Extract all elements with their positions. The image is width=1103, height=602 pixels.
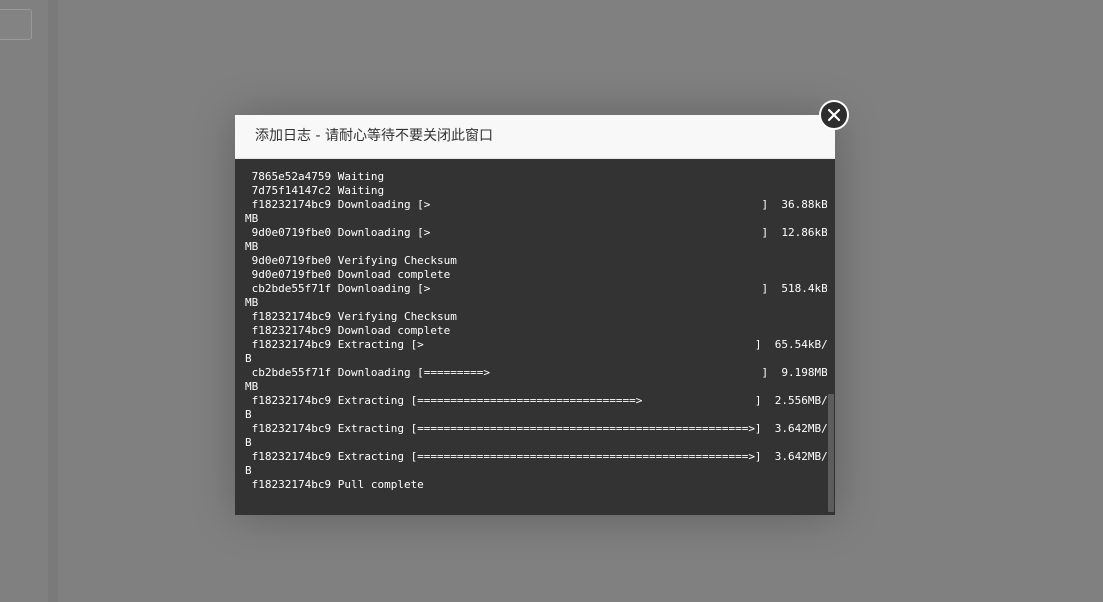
close-icon: [827, 108, 841, 122]
log-line: MB: [245, 212, 259, 225]
log-line: MB: [245, 380, 259, 393]
log-line: 7865e52a4759 Waiting: [245, 170, 385, 183]
dialog-title: 添加日志 - 请耐心等待不要关闭此窗口: [255, 128, 493, 144]
log-line: f18232174bc9 Downloading [> ] 36.88kB/3.…: [245, 198, 835, 211]
log-line: B: [245, 408, 252, 421]
log-dialog: 添加日志 - 请耐心等待不要关闭此窗口 7865e52a4759 Waiting…: [235, 100, 849, 515]
log-line: B: [245, 464, 252, 477]
log-line: f18232174bc9 Download complete: [245, 324, 451, 337]
log-line: 7d75f14147c2 Waiting: [245, 184, 385, 197]
log-line: f18232174bc9 Verifying Checksum: [245, 310, 457, 323]
log-line: 9d0e0719fbe0 Download complete: [245, 268, 451, 281]
close-button[interactable]: [819, 100, 849, 130]
background-sidebar-edge: [48, 0, 58, 602]
log-line: 9d0e0719fbe0 Downloading [> ] 12.86kB/1.…: [245, 226, 835, 239]
log-line: f18232174bc9 Extracting [===============…: [245, 394, 835, 407]
log-scrollbar-thumb[interactable]: [828, 394, 834, 512]
log-line: f18232174bc9 Extracting [===============…: [245, 422, 835, 435]
log-line: cb2bde55f71f Downloading [> ] 518.4kB/50…: [245, 282, 835, 295]
log-line: f18232174bc9 Extracting [> ] 65.54kB/3.6…: [245, 338, 835, 351]
log-line: cb2bde55f71f Downloading [=========> ] 9…: [245, 366, 835, 379]
log-line: f18232174bc9 Pull complete: [245, 478, 424, 491]
log-line: B: [245, 436, 252, 449]
log-line: MB: [245, 240, 259, 253]
log-line: MB: [245, 296, 259, 309]
log-output[interactable]: 7865e52a4759 Waiting 7d75f14147c2 Waitin…: [235, 159, 835, 515]
log-line: 9d0e0719fbe0 Verifying Checksum: [245, 254, 457, 267]
dialog-header: 添加日志 - 请耐心等待不要关闭此窗口: [235, 115, 835, 159]
log-line: f18232174bc9 Extracting [===============…: [245, 450, 835, 463]
background-input: [0, 9, 32, 40]
log-line: B: [245, 352, 252, 365]
log-text: 7865e52a4759 Waiting 7d75f14147c2 Waitin…: [235, 159, 835, 492]
log-scrollbar[interactable]: [827, 159, 835, 515]
